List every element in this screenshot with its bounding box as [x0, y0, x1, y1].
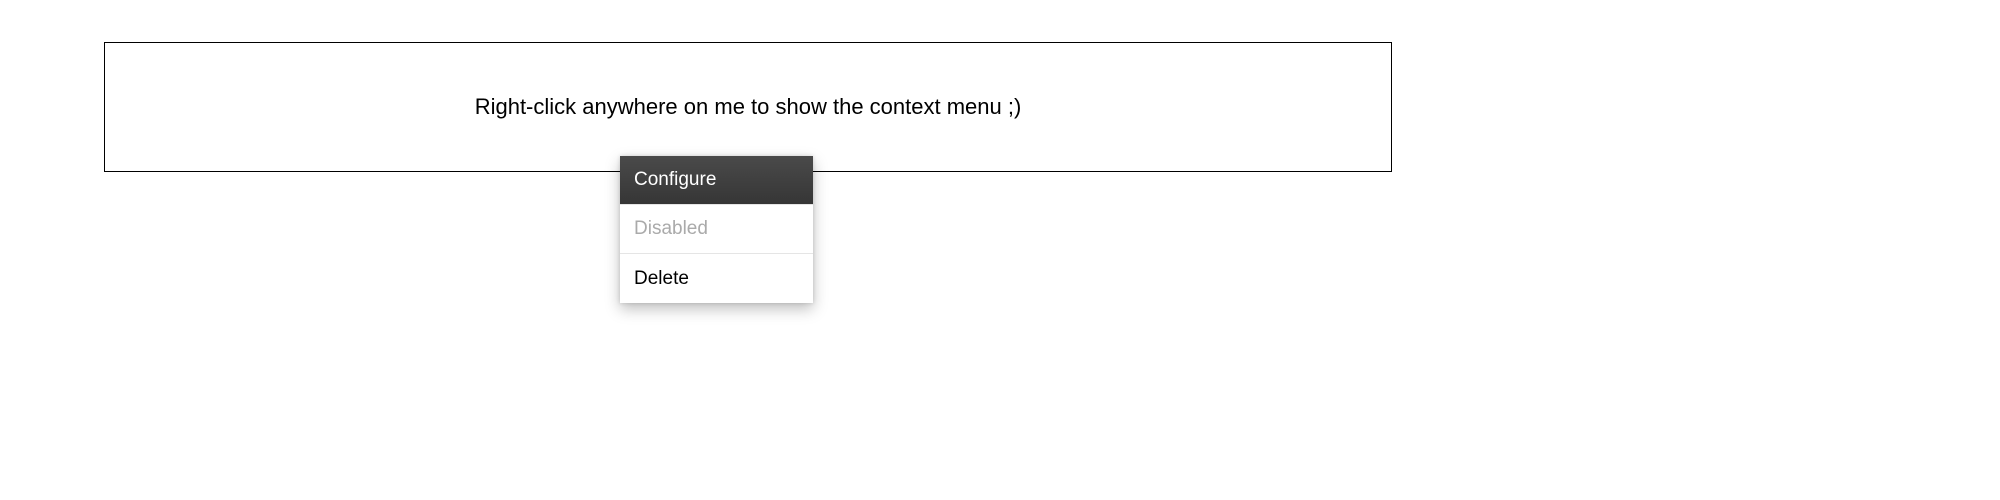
context-menu-item-delete[interactable]: Delete: [620, 254, 813, 303]
context-menu: Configure Disabled Delete: [620, 156, 813, 303]
context-menu-item-disabled: Disabled: [620, 205, 813, 254]
context-menu-item-label: Configure: [634, 169, 716, 191]
context-menu-item-label: Delete: [634, 268, 689, 290]
context-menu-item-configure[interactable]: Configure: [620, 156, 813, 205]
context-menu-target[interactable]: Right-click anywhere on me to show the c…: [104, 42, 1392, 172]
instruction-text: Right-click anywhere on me to show the c…: [475, 94, 1022, 120]
context-menu-item-label: Disabled: [634, 218, 708, 240]
